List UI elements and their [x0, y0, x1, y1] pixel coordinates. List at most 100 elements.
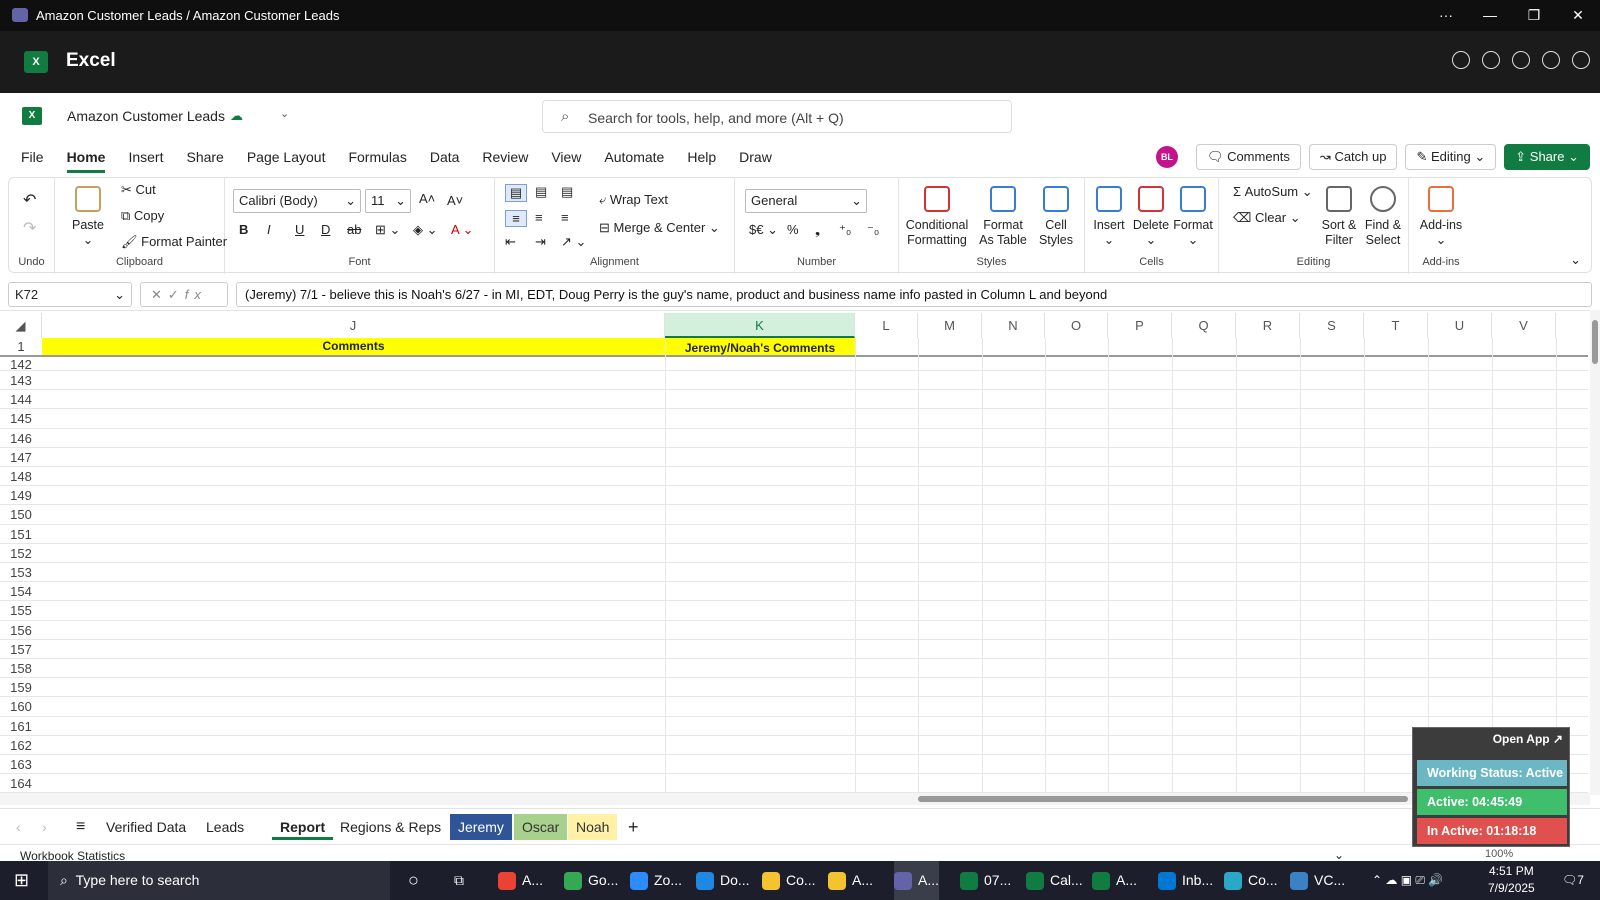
taskbar-app-edge[interactable]: Co...	[1224, 861, 1278, 900]
column-header-q[interactable]: Q	[1172, 313, 1236, 338]
orientation-icon[interactable]: ↗ ⌄	[561, 234, 586, 250]
catchup-button[interactable]: ↝ Catch up	[1308, 144, 1398, 170]
merge-center-button[interactable]: ⊟ Merge & Center ⌄	[599, 220, 720, 236]
taskbar-app-outlook[interactable]: Inb...	[1158, 861, 1213, 900]
copy-button[interactable]: ⧉ Copy	[121, 208, 164, 224]
grid-row[interactable]	[42, 467, 1588, 487]
row-header[interactable]: 151	[0, 525, 42, 544]
close-button[interactable]: ✕	[1556, 0, 1600, 31]
taskbar-app-chrome[interactable]: A...	[498, 861, 543, 900]
cut-button[interactable]: ✂ Cut	[121, 182, 156, 198]
taskbar-app-excel[interactable]: A...	[1092, 861, 1137, 900]
taskbar-app-excel[interactable]: 07...	[960, 861, 1011, 900]
comma-icon[interactable]: ❟	[815, 222, 820, 238]
row-header[interactable]: 150	[0, 505, 42, 525]
grid-row[interactable]	[42, 390, 1588, 410]
info-icon[interactable]	[1542, 51, 1560, 69]
percent-icon[interactable]: %	[787, 222, 799, 237]
horizontal-scrollbar[interactable]	[0, 793, 1590, 805]
tab-file[interactable]: File	[21, 149, 44, 173]
increase-indent-icon[interactable]: ⇥	[535, 234, 546, 250]
column-header-n[interactable]: N	[982, 313, 1045, 338]
row-header[interactable]: 142	[0, 358, 42, 371]
insert-cells-button[interactable]: Insert ⌄	[1089, 186, 1129, 248]
zoom-level[interactable]: 100%	[1485, 848, 1513, 860]
link-icon[interactable]	[1512, 51, 1530, 69]
clock[interactable]: 4:51 PM 7/9/2025	[1488, 860, 1535, 899]
underline-icon[interactable]: U	[295, 222, 304, 237]
decrease-font-icon[interactable]: A˅	[447, 193, 463, 208]
name-box[interactable]: K72 ⌄	[8, 282, 132, 307]
tab-formulas[interactable]: Formulas	[348, 149, 406, 173]
decrease-indent-icon[interactable]: ⇤	[505, 234, 516, 250]
sheet-tab-jeremy[interactable]: Jeremy	[450, 814, 512, 840]
all-sheets-icon[interactable]: ≡	[68, 814, 93, 840]
font-color-icon[interactable]: A ⌄	[451, 222, 473, 238]
grid-row[interactable]	[42, 601, 1588, 621]
wrap-text-button[interactable]: ⤶ Wrap Text	[599, 192, 668, 208]
row-header[interactable]: 159	[0, 678, 42, 698]
currency-icon[interactable]: $€ ⌄	[749, 222, 778, 238]
add-sheet-icon[interactable]: +	[620, 814, 647, 840]
taskbar-app-folder[interactable]: A...	[828, 861, 873, 900]
format-cells-button[interactable]: Format ⌄	[1173, 186, 1213, 248]
task-view-icon[interactable]: ⧉	[454, 861, 464, 900]
font-family-select[interactable]: Calibri (Body) ⌄	[233, 189, 361, 213]
taskbar-app-folder[interactable]: Co...	[762, 861, 816, 900]
editing-button[interactable]: ✎ Editing ⌄	[1405, 144, 1497, 170]
grid-row[interactable]	[42, 659, 1588, 679]
sheet-tab-noah[interactable]: Noah	[568, 814, 618, 840]
taskbar-app-zoom[interactable]: Zo...	[630, 861, 682, 900]
status-chevron-icon[interactable]: ⌄	[1334, 848, 1344, 862]
font-size-select[interactable]: 11 ⌄	[365, 189, 411, 213]
next-sheet-icon[interactable]: ›	[34, 814, 55, 840]
vertical-scroll-thumb[interactable]	[1592, 320, 1598, 364]
taskbar-app-teams[interactable]: A...	[894, 861, 940, 900]
redo-icon[interactable]: ↷	[23, 218, 36, 238]
column-header-u[interactable]: U	[1428, 313, 1492, 338]
grid-row[interactable]	[42, 544, 1588, 563]
sort-filter-button[interactable]: Sort & Filter	[1319, 186, 1359, 248]
row-header[interactable]: 146	[0, 429, 42, 448]
grid-row[interactable]	[42, 563, 1588, 583]
row-header[interactable]: 1	[0, 338, 42, 355]
restore-button[interactable]: ❐	[1512, 0, 1556, 31]
number-format-select[interactable]: General ⌄	[745, 189, 867, 213]
share-button[interactable]: ⇪ Share ⌄	[1504, 144, 1590, 170]
grid-row[interactable]	[42, 359, 1588, 371]
align-center-icon[interactable]: ≡	[535, 210, 543, 225]
sheet-tab-regions-reps[interactable]: Regions & Reps	[332, 814, 449, 840]
increase-decimal-icon[interactable]: ⁺₀	[839, 222, 851, 238]
column-header-r[interactable]: R	[1236, 313, 1300, 338]
tab-home[interactable]: Home	[66, 149, 106, 173]
tab-help[interactable]: Help	[687, 149, 716, 173]
column-header-o[interactable]: O	[1045, 313, 1108, 338]
row-header[interactable]: 164	[0, 774, 42, 793]
tray-icons[interactable]: ⌃ ☁ ▣ ⎚ 🔊	[1372, 861, 1443, 900]
grid-row[interactable]	[42, 736, 1588, 755]
cell-styles-button[interactable]: Cell Styles	[1033, 186, 1079, 248]
row-header[interactable]: 154	[0, 582, 42, 602]
addins-button[interactable]: Add-ins ⌄	[1415, 186, 1467, 248]
column-header-t[interactable]: T	[1364, 313, 1428, 338]
taskbar-search[interactable]: ⌕ Type here to search	[48, 861, 390, 900]
row-header[interactable]: 148	[0, 467, 42, 487]
grid-row[interactable]	[42, 640, 1588, 659]
tab-automate[interactable]: Automate	[604, 149, 664, 173]
grid-row[interactable]	[42, 755, 1588, 775]
decrease-decimal-icon[interactable]: ⁻₀	[867, 222, 879, 238]
grid-row[interactable]	[42, 621, 1588, 640]
row-header[interactable]: 156	[0, 621, 42, 640]
tab-review[interactable]: Review	[482, 149, 528, 173]
column-header-l[interactable]: L	[855, 313, 918, 338]
delete-cells-button[interactable]: Delete ⌄	[1131, 186, 1171, 248]
grid-row[interactable]	[42, 582, 1588, 602]
shield-icon[interactable]	[1572, 51, 1590, 69]
autosum-button[interactable]: Σ AutoSum ⌄	[1233, 184, 1313, 200]
row-header[interactable]: 162	[0, 736, 42, 755]
document-name[interactable]: Amazon Customer Leads	[67, 108, 225, 124]
avatar[interactable]: BL	[1155, 146, 1178, 168]
format-as-table-button[interactable]: Format As Table	[975, 186, 1031, 248]
column-header-j[interactable]: J	[42, 313, 665, 338]
search-box[interactable]: ⌕ Search for tools, help, and more (Alt …	[542, 100, 1012, 133]
